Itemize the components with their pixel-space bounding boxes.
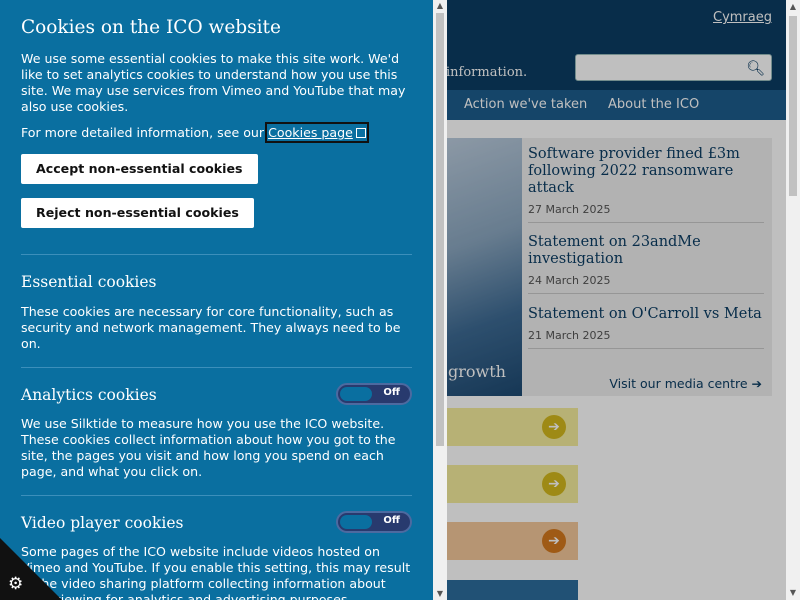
more-info-text: For more detailed information, see our C… [21, 122, 416, 143]
video-cookies-heading: Video player cookies [21, 514, 184, 532]
scroll-up-icon[interactable]: ▲ [433, 0, 447, 12]
scroll-up-icon[interactable]: ▲ [786, 0, 800, 14]
cookie-panel: Cookies on the ICO website We use some e… [0, 0, 433, 600]
accept-cookies-button[interactable]: Accept non-essential cookies [21, 154, 258, 184]
external-link-icon [355, 128, 366, 138]
video-cookies-toggle[interactable]: Off [336, 511, 412, 533]
cookie-intro-text: We use some essential cookies to make th… [21, 51, 406, 114]
cookies-page-link-label[interactable]: Cookies page [268, 125, 353, 140]
scroll-down-icon[interactable]: ▼ [786, 586, 800, 600]
cookie-settings-icon[interactable]: ⚙ [8, 574, 23, 594]
analytics-cookies-text: We use Silktide to measure how you use t… [21, 416, 396, 479]
essential-cookies-text: These cookies are necessary for core fun… [21, 304, 401, 351]
video-cookies-text: Some pages of the ICO website include vi… [21, 544, 411, 600]
more-info-prefix: For more detailed information, see our [21, 125, 269, 140]
scroll-down-icon[interactable]: ▼ [433, 588, 447, 600]
toggle-knob [340, 515, 372, 529]
reject-cookies-button[interactable]: Reject non-essential cookies [21, 198, 254, 228]
toggle-label: Off [383, 387, 400, 398]
scroll-thumb[interactable] [789, 16, 797, 196]
scroll-thumb[interactable] [436, 13, 444, 446]
divider [21, 367, 412, 368]
analytics-cookies-toggle[interactable]: Off [336, 383, 412, 405]
page-scrollbar[interactable]: ▲ ▼ [786, 0, 800, 600]
divider [21, 495, 412, 496]
cookie-panel-title: Cookies on the ICO website [21, 17, 281, 38]
cookie-panel-scrollbar[interactable]: ▲ ▼ [433, 0, 447, 600]
analytics-cookies-heading: Analytics cookies [21, 386, 157, 404]
essential-cookies-heading: Essential cookies [21, 273, 157, 291]
cookies-page-link[interactable]: Cookies page [265, 122, 369, 143]
toggle-label: Off [383, 515, 400, 526]
toggle-knob [340, 387, 372, 401]
divider [21, 254, 412, 255]
